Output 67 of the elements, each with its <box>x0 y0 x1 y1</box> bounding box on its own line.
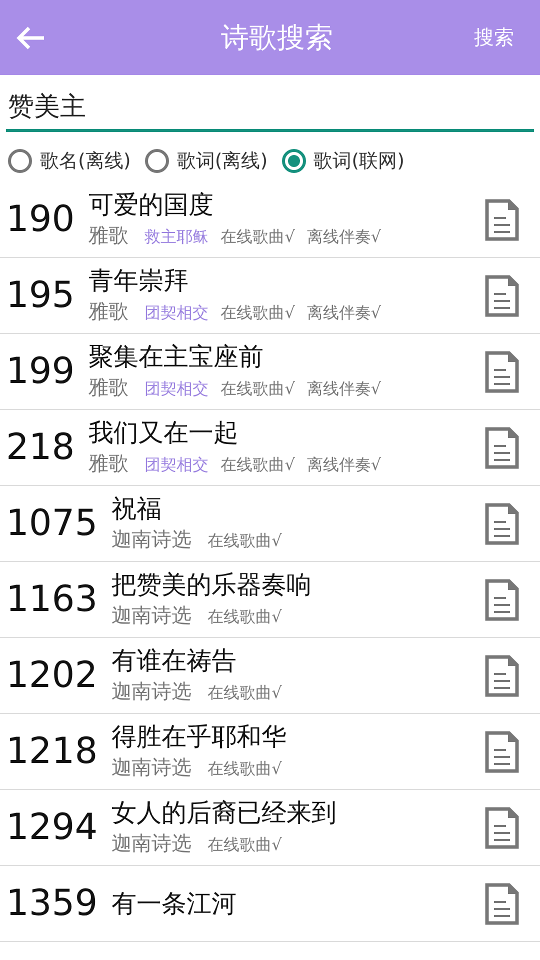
status-label: 在线歌曲√ <box>208 759 282 780</box>
songbook-name: 雅歌 <box>88 374 129 401</box>
document-icon[interactable] <box>484 198 520 242</box>
document-icon[interactable] <box>484 654 520 698</box>
status-label: 在线歌曲√ <box>208 835 282 856</box>
option-label: 歌词(离线) <box>176 149 268 174</box>
song-title: 可爱的国度 <box>88 190 215 220</box>
document-icon[interactable] <box>484 426 520 470</box>
songbook-name: 雅歌 <box>88 298 129 325</box>
song-title: 我们又在一起 <box>88 418 240 448</box>
document-icon[interactable] <box>484 350 520 394</box>
status-label: 在线歌曲√ <box>208 683 282 704</box>
song-number: 190 <box>6 202 75 238</box>
song-number: 1359 <box>6 886 98 922</box>
document-icon[interactable] <box>484 578 520 622</box>
status-label: 离线伴奏√ <box>306 455 382 476</box>
option-label: 歌词(联网) <box>314 149 404 174</box>
status-label: 在线歌曲√ <box>220 227 295 248</box>
document-icon[interactable] <box>484 274 520 318</box>
document-icon[interactable] <box>484 502 520 546</box>
radio-button[interactable] <box>282 149 306 173</box>
song-number: 1202 <box>6 658 98 694</box>
category-tag: 团契相交 <box>144 303 209 324</box>
document-icon[interactable] <box>484 730 520 774</box>
status-label: 离线伴奏√ <box>306 303 382 324</box>
search-mode-option[interactable]: 歌词(联网) <box>282 148 404 174</box>
songbook-name: 雅歌 <box>88 222 129 249</box>
song-title: 有谁在祷告 <box>112 646 238 676</box>
status-label: 离线伴奏√ <box>306 379 382 400</box>
status-label: 在线歌曲√ <box>208 531 282 552</box>
song-title: 聚集在主宝座前 <box>88 342 265 372</box>
song-title: 有一条江河 <box>112 888 238 918</box>
songbook-name: 迦南诗选 <box>112 754 192 781</box>
song-number: 1163 <box>6 582 98 618</box>
search-mode-option[interactable]: 歌词(离线) <box>144 148 268 174</box>
status-label: 离线伴奏√ <box>306 227 382 248</box>
document-icon[interactable] <box>484 806 520 850</box>
status-label: 在线歌曲√ <box>208 607 282 628</box>
radio-button[interactable] <box>144 149 169 173</box>
song-title: 青年崇拜 <box>88 266 190 296</box>
page-title: 诗歌搜索 <box>220 20 334 56</box>
song-number: 218 <box>6 430 75 466</box>
song-title: 祝福 <box>112 494 163 524</box>
category-tag: 团契相交 <box>144 379 209 400</box>
category-tag: 团契相交 <box>144 455 209 476</box>
status-label: 在线歌曲√ <box>220 455 295 476</box>
document-icon[interactable] <box>484 882 520 926</box>
category-tag: 救主耶稣 <box>144 227 209 248</box>
status-label: 在线歌曲√ <box>220 379 295 400</box>
song-number: 1294 <box>6 810 98 846</box>
songbook-name: 迦南诗选 <box>112 602 192 629</box>
song-title: 女人的后裔已经来到 <box>112 798 338 828</box>
search-mode-option[interactable]: 歌名(离线) <box>8 148 131 174</box>
songbook-name: 迦南诗选 <box>112 678 192 705</box>
song-title: 把赞美的乐器奏响 <box>112 570 313 600</box>
option-label: 歌名(离线) <box>40 149 131 174</box>
song-title: 得胜在乎耶和华 <box>112 722 288 752</box>
songbook-name: 雅歌 <box>88 450 129 477</box>
back-arrow-icon[interactable] <box>16 26 46 50</box>
song-number: 199 <box>6 354 75 390</box>
song-number: 195 <box>6 278 75 314</box>
songbook-name: 迦南诗选 <box>112 830 192 857</box>
song-number: 1075 <box>6 506 98 542</box>
songbook-name: 迦南诗选 <box>112 526 192 553</box>
song-number: 1218 <box>6 734 98 770</box>
radio-button[interactable] <box>8 149 32 173</box>
status-label: 在线歌曲√ <box>220 303 295 324</box>
